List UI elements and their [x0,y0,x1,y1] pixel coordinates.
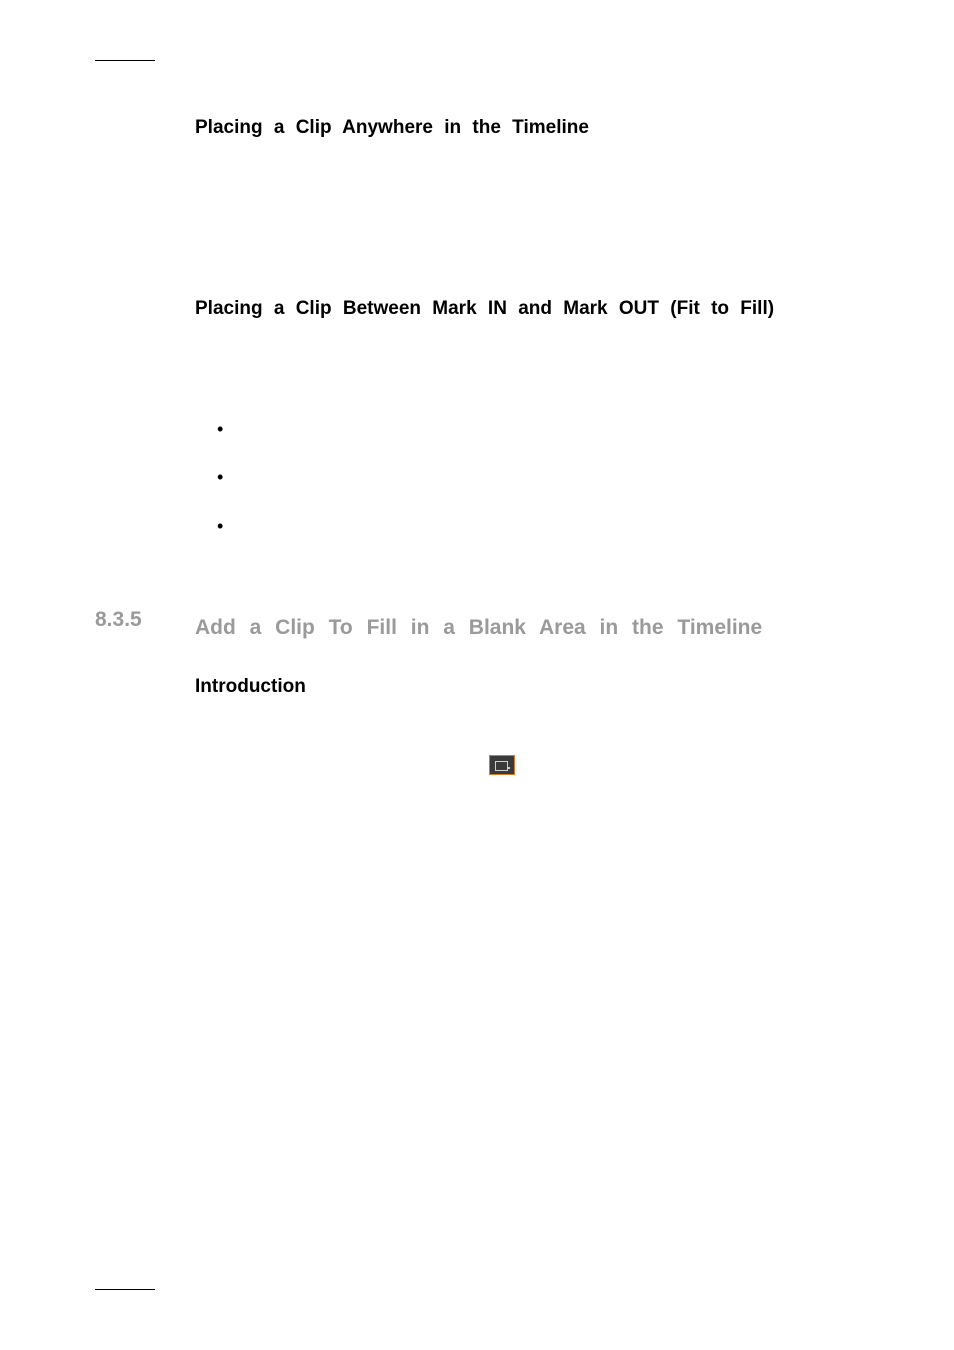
section-number: 8.3.5 [95,608,195,649]
heading-fit-to-fill: Placing a Clip Between Mark IN and Mark … [195,292,849,326]
footer-rule [95,1289,155,1290]
sub-heading-introduction: Introduction [195,676,849,698]
intro-fit-to-fill: When a mark IN and a mark OUT point are … [195,341,849,394]
icon-paragraph: In the Timeline toolbar click the Fill G… [195,749,849,811]
header-rule [95,60,155,61]
list-item: If the clip is longer than the marked ra… [225,462,849,489]
list-item: If the clip is shorter than the marked r… [225,414,849,441]
body-placing-anywhere: While dragging, press and hold A to supp… [195,159,849,212]
heading-placing-anywhere: Placing a Clip Anywhere in the Timeline [195,111,849,145]
icon-para-before: In the Timeline toolbar click the Fill G… [195,756,486,772]
intro-fill-blank: Open the Source Viewer and load the clip… [195,712,849,739]
section-title: Add a Clip To Fill in a Blank Area in th… [195,608,762,649]
section-heading-row: 8.3.5 Add a Clip To Fill in a Blank Area… [95,608,859,649]
list-item: If the clip duration equals the marked r… [225,511,849,538]
fill-gap-icon[interactable] [489,755,515,775]
fit-to-fill-bullets: If the clip is shorter than the marked r… [195,414,849,538]
